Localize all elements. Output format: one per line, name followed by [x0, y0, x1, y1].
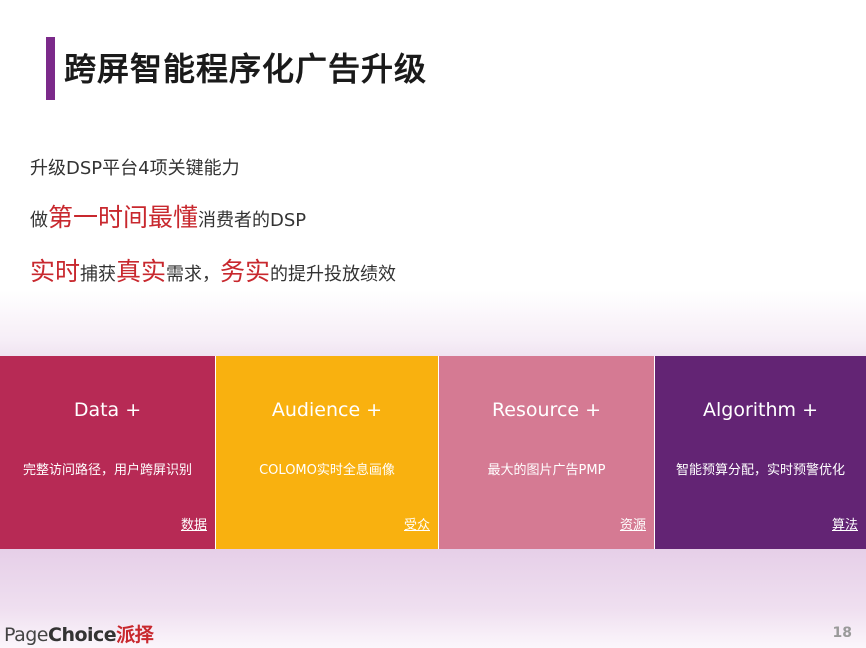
line3-text-3: 的提升投放绩效: [270, 264, 397, 285]
title-accent-bar: [46, 37, 55, 100]
line2-highlight: 第一时间最懂: [48, 203, 199, 232]
card-link-algorithm[interactable]: 算法: [832, 514, 858, 533]
card-description: COLOMO实时全息画像: [259, 463, 395, 478]
bullet-line-2: 做第一时间最懂消费者的DSP: [30, 198, 306, 234]
line3-highlight-3: 务实: [220, 257, 271, 286]
card-algorithm: Algorithm + 智能预算分配，实时预警优化 算法: [654, 356, 866, 549]
line2-prefix: 做: [30, 210, 48, 231]
card-data: Data + 完整访问路径，用户跨屏识别 数据: [0, 356, 215, 549]
line3-text-2: 需求，: [166, 264, 221, 285]
card-title: Algorithm +: [702, 399, 818, 421]
card-link-resource[interactable]: 资源: [620, 514, 646, 533]
logo-cn: 派择: [116, 624, 154, 646]
slide-title: 跨屏智能程序化广告升级: [64, 50, 428, 88]
capability-cards: Data + 完整访问路径，用户跨屏识别 数据 Audience + COLOM…: [0, 356, 866, 549]
card-title: Audience +: [271, 399, 383, 421]
line3-text-1: 捕获: [80, 264, 117, 285]
line3-highlight-1: 实时: [30, 257, 81, 286]
card-resource: Resource + 最大的图片广告PMP 资源: [438, 356, 654, 549]
card-link-audience[interactable]: 受众: [404, 514, 430, 533]
card-description: 最大的图片广告PMP: [487, 463, 606, 478]
logo-choice: Choice: [48, 624, 117, 646]
card-description: 智能预算分配，实时预警优化: [675, 463, 845, 478]
line2-suffix: 消费者的DSP: [198, 210, 307, 231]
card-link-data[interactable]: 数据: [181, 514, 207, 533]
logo-page: Page: [4, 624, 49, 646]
bullet-line-1: 升级DSP平台4项关键能力: [30, 158, 240, 179]
pagechoice-logo: PageChoice派择: [4, 620, 154, 647]
card-description: 完整访问路径，用户跨屏识别: [22, 463, 192, 478]
page-number: 18: [832, 625, 852, 641]
card-title: Resource +: [491, 399, 602, 421]
bullet-line-3: 实时捕获真实需求，务实的提升投放绩效: [30, 252, 396, 288]
card-audience: Audience + COLOMO实时全息画像 受众: [215, 356, 438, 549]
line3-highlight-2: 真实: [116, 257, 167, 286]
card-title: Data +: [73, 399, 142, 421]
